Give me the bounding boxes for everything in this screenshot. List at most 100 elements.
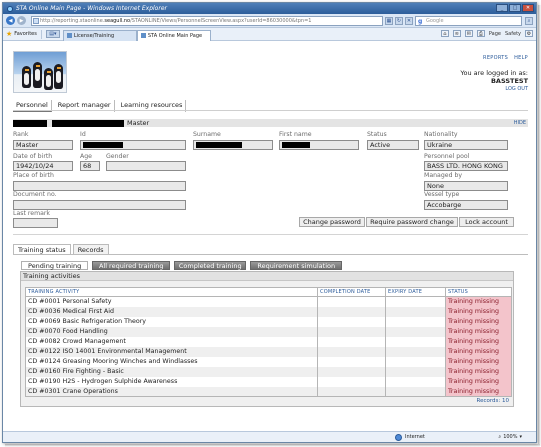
- page-icon: [33, 17, 39, 24]
- tab-list-icon[interactable]: ▤▾: [45, 30, 60, 38]
- change-password-button[interactable]: Change password: [299, 217, 365, 227]
- expiry-date-cell: [385, 376, 446, 387]
- training-subtabs: Pending training All required training C…: [21, 261, 343, 270]
- back-icon[interactable]: ◀: [6, 16, 15, 25]
- id-label: Id: [80, 131, 86, 138]
- refresh-icon[interactable]: ↻: [395, 16, 403, 25]
- table-header-row: TRAINING ACTIVITY COMPLETION DATE EXPIRY…: [25, 287, 512, 297]
- feeds-icon[interactable]: ≋: [452, 30, 461, 37]
- browser-tab-sta[interactable]: STA Online Main Page: [136, 29, 211, 41]
- close-button[interactable]: ✕: [522, 4, 534, 12]
- minimize-button[interactable]: _: [496, 4, 508, 12]
- expiry-date-cell: [385, 346, 446, 357]
- column-header-expiry-date[interactable]: EXPIRY DATE: [385, 287, 446, 297]
- hide-link[interactable]: HIDE: [514, 120, 526, 126]
- completion-date-cell: [317, 336, 386, 347]
- expiry-date-cell: [385, 366, 446, 377]
- forward-icon[interactable]: ▶: [17, 16, 26, 25]
- table-row[interactable]: CD #0070 Food Handling Training missing: [25, 326, 512, 337]
- completion-date-cell: [317, 386, 386, 397]
- globe-icon: [395, 433, 402, 441]
- favorites-button[interactable]: Favorites: [14, 31, 37, 37]
- logout-link[interactable]: LOG OUT: [460, 85, 528, 93]
- name-suffix: Master: [127, 119, 150, 127]
- column-header-status[interactable]: STATUS: [445, 287, 512, 297]
- safety-menu[interactable]: Safety: [505, 31, 521, 37]
- table-row[interactable]: CD #0122 ISO 14001 Environmental Managem…: [25, 346, 512, 357]
- address-domain: seagull.no: [104, 17, 131, 24]
- activity-cell[interactable]: CD #0124 Greasing Mooring Winches and Wi…: [25, 356, 318, 367]
- stop-icon[interactable]: ✕: [405, 16, 413, 25]
- table-row[interactable]: CD #0036 Medical First Aid Training missi…: [25, 306, 512, 317]
- completion-date-cell: [317, 346, 386, 357]
- pob-field: [13, 181, 186, 191]
- activity-cell[interactable]: CD #0069 Basic Refrigeration Theory: [25, 316, 318, 327]
- reports-link[interactable]: REPORTS: [483, 55, 508, 61]
- logged-in-label: You are logged in as:: [460, 69, 528, 77]
- table-row[interactable]: CD #0160 Fire Fighting - Basic Training m…: [25, 366, 512, 377]
- search-placeholder: Google: [426, 17, 444, 24]
- lock-account-button[interactable]: Lock account: [459, 217, 514, 227]
- maximize-button[interactable]: □: [509, 4, 521, 12]
- subtab-all-required-training[interactable]: All required training: [92, 261, 171, 270]
- table-row[interactable]: CD #0124 Greasing Mooring Winches and Wi…: [25, 356, 512, 367]
- pob-label: Place of birth: [13, 172, 54, 179]
- training-table: TRAINING ACTIVITY COMPLETION DATE EXPIRY…: [25, 287, 512, 397]
- company-logo: [13, 51, 67, 93]
- table-row[interactable]: CD #0069 Basic Refrigeration Theory Train…: [25, 316, 512, 327]
- expiry-date-cell: [385, 356, 446, 367]
- table-row[interactable]: CD #0082 Crowd Management Training missin…: [25, 336, 512, 347]
- help-link[interactable]: HELP: [514, 55, 528, 61]
- address-field[interactable]: http://reporting.staonline. seagull.no/ST…: [31, 15, 383, 26]
- table-row[interactable]: CD #0190 H2S - Hydrogen Sulphide Awarene…: [25, 376, 512, 387]
- activity-cell[interactable]: CD #0036 Medical First Aid: [25, 306, 318, 317]
- print-icon[interactable]: ⎙: [476, 30, 485, 37]
- redacted-value: [83, 142, 123, 148]
- nationality-label: Nationality: [424, 131, 458, 138]
- status-cell: Training missing: [445, 366, 512, 377]
- window-title: STA Online Main Page - Windows Internet …: [16, 5, 167, 12]
- dob-label: Date of birth: [13, 153, 53, 160]
- home-icon[interactable]: ⌂: [440, 30, 449, 37]
- firstname-field: [279, 140, 359, 150]
- browser-tab-license[interactable]: License/Training: [62, 29, 137, 41]
- activity-cell[interactable]: CD #0001 Personal Safety: [25, 296, 318, 307]
- subtab-requirement-simulation[interactable]: Requirement simulation: [250, 261, 343, 270]
- subtab-completed-training[interactable]: Completed training: [174, 261, 247, 270]
- training-activities-panel: Training activities TRAINING ACTIVITY CO…: [20, 271, 514, 407]
- search-input[interactable]: g Google: [415, 15, 522, 26]
- search-icon[interactable]: ⌕: [525, 16, 533, 25]
- completion-date-cell: [317, 376, 386, 387]
- column-header-completion-date[interactable]: COMPLETION DATE: [317, 287, 386, 297]
- table-row[interactable]: CD #0001 Personal Safety Training missing: [25, 296, 512, 307]
- docno-field: [13, 200, 186, 210]
- completion-date-cell: [317, 296, 386, 307]
- remark-label: Last remark: [13, 210, 51, 217]
- column-header-activity[interactable]: TRAINING ACTIVITY: [25, 287, 318, 297]
- id-field: [80, 140, 186, 150]
- pool-label: Personnel pool: [424, 153, 470, 160]
- zoom-level: 100%: [503, 434, 518, 440]
- username: BASSTEST: [490, 77, 528, 85]
- penguin-icon: [33, 62, 42, 88]
- activity-cell[interactable]: CD #0070 Food Handling: [25, 326, 318, 337]
- completion-date-cell: [317, 366, 386, 377]
- tools-icon[interactable]: ⚙: [525, 30, 533, 37]
- compatibility-icon[interactable]: ▦: [385, 16, 393, 25]
- zoom-control[interactable]: ⌕ 100% ▾: [498, 434, 522, 440]
- mail-icon[interactable]: ✉: [464, 30, 473, 37]
- activity-cell[interactable]: CD #0122 ISO 14001 Environmental Managem…: [25, 346, 318, 357]
- status-cell: Training missing: [445, 306, 512, 317]
- table-row[interactable]: CD #0301 Crane Operations Training missin…: [25, 386, 512, 397]
- favorites-bar: ★ Favorites ▤▾ License/Training STA Onli…: [3, 28, 536, 41]
- expiry-date-cell: [385, 336, 446, 347]
- subtab-pending-training[interactable]: Pending training: [21, 261, 89, 270]
- page-menu[interactable]: Page: [489, 31, 501, 37]
- activity-cell[interactable]: CD #0190 H2S - Hydrogen Sulphide Awarene…: [25, 376, 318, 387]
- activity-cell[interactable]: CD #0160 Fire Fighting - Basic: [25, 366, 318, 377]
- activity-cell[interactable]: CD #0082 Crowd Management: [25, 336, 318, 347]
- require-password-change-button[interactable]: Require password change: [366, 217, 458, 227]
- redacted-name: [52, 119, 124, 127]
- records-count: Records: 10: [476, 398, 509, 404]
- activity-cell[interactable]: CD #0301 Crane Operations: [25, 386, 318, 397]
